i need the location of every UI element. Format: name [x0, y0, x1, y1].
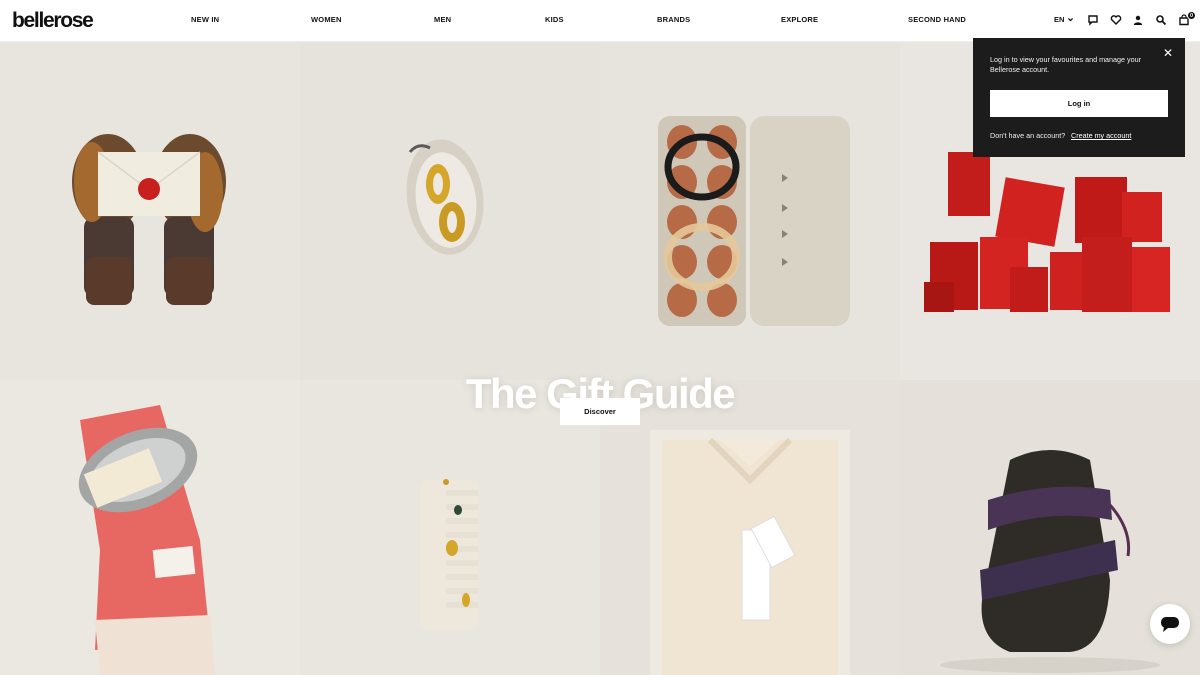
create-account-link[interactable]: Create my account	[1071, 131, 1131, 140]
account-icon[interactable]	[1131, 13, 1145, 27]
egg-carton-image	[658, 116, 850, 326]
bag-count-badge: 0	[1187, 11, 1196, 20]
tile-egg-carton-with-bangles[interactable]	[600, 42, 900, 380]
nav-brands[interactable]: BRANDS	[657, 15, 690, 24]
chat-bubble-icon	[1161, 617, 1179, 632]
bellerose-logo[interactable]: bellerose	[12, 9, 94, 33]
no-account-text: Don't have an account?	[990, 131, 1066, 140]
nav-kids[interactable]: KIDS	[545, 15, 564, 24]
nav-explore[interactable]: EXPLORE	[781, 15, 818, 24]
login-button[interactable]: Log in	[990, 90, 1168, 117]
shirt-image	[650, 430, 850, 675]
chevron-down-icon	[1068, 18, 1074, 22]
scarf-image	[78, 405, 215, 675]
close-icon[interactable]: ✕	[1163, 47, 1173, 59]
tile-wrapped-shirt-for-her[interactable]	[600, 380, 900, 675]
oyster-image	[406, 139, 484, 255]
tile-pink-scarf-with-tray[interactable]	[0, 380, 300, 675]
discover-button[interactable]: Discover	[560, 398, 640, 425]
chat-icon[interactable]	[1086, 13, 1100, 27]
tile-comb-with-jewelry[interactable]	[300, 380, 600, 675]
nav-women[interactable]: WOMEN	[311, 15, 342, 24]
language-selector[interactable]: EN	[1054, 15, 1074, 24]
mittens-image	[72, 134, 226, 305]
heart-icon[interactable]	[1109, 13, 1123, 27]
comb-image	[420, 479, 478, 630]
chat-launcher-button[interactable]	[1150, 604, 1190, 644]
nav-second-hand[interactable]: SECOND HAND	[908, 15, 966, 24]
site-header: bellerose NEW IN WOMEN MEN KIDS BRANDS E…	[0, 0, 1200, 42]
language-label: EN	[1054, 15, 1065, 24]
login-message: Log in to view your favourites and manag…	[990, 55, 1142, 74]
search-icon[interactable]	[1154, 13, 1168, 27]
nav-men[interactable]: MEN	[434, 15, 451, 24]
tile-oyster-with-earrings[interactable]	[300, 42, 600, 380]
nav-new-in[interactable]: NEW IN	[191, 15, 219, 24]
login-popover: ✕ Log in to view your favourites and man…	[973, 38, 1185, 157]
tile-mittens-with-letter[interactable]	[0, 42, 300, 380]
